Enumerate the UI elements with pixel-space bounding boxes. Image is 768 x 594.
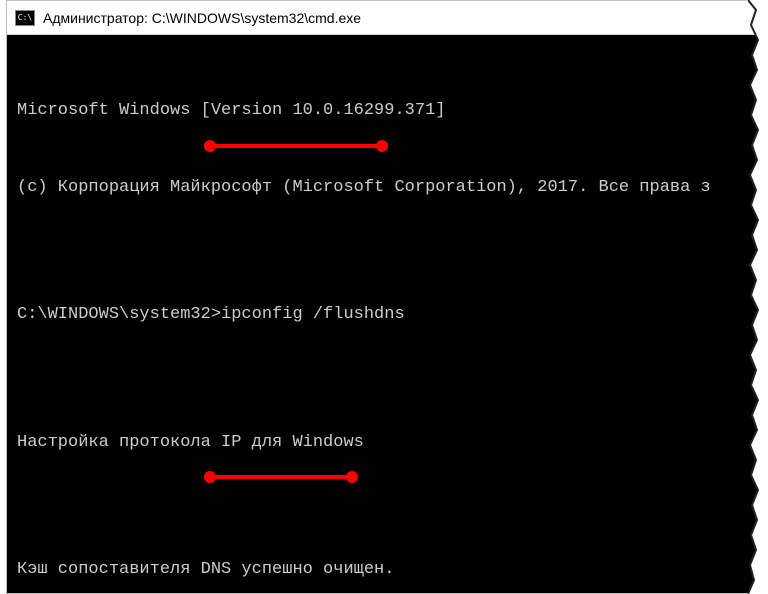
cmd-icon: C:\ — [15, 10, 35, 26]
terminal-output[interactable]: Microsoft Windows [Version 10.0.16299.37… — [7, 35, 761, 593]
terminal-line: Кэш сопоставителя DNS успешно очищен. — [17, 557, 755, 583]
annotation-underline — [208, 144, 384, 148]
window-titlebar[interactable]: C:\ Администратор: C:\WINDOWS\system32\c… — [7, 1, 761, 35]
terminal-line: Настройка протокола IP для Windows — [17, 430, 755, 456]
terminal-line: Microsoft Windows [Version 10.0.16299.37… — [17, 98, 755, 124]
window-title: Администратор: C:\WINDOWS\system32\cmd.e… — [43, 10, 361, 26]
terminal-line: (c) Корпорация Майкрософт (Microsoft Cor… — [17, 175, 755, 201]
cmd-window: C:\ Администратор: C:\WINDOWS\system32\c… — [6, 0, 762, 594]
annotation-underline — [208, 475, 354, 479]
terminal-line: C:\WINDOWS\system32>ipconfig /flushdns — [17, 302, 755, 328]
